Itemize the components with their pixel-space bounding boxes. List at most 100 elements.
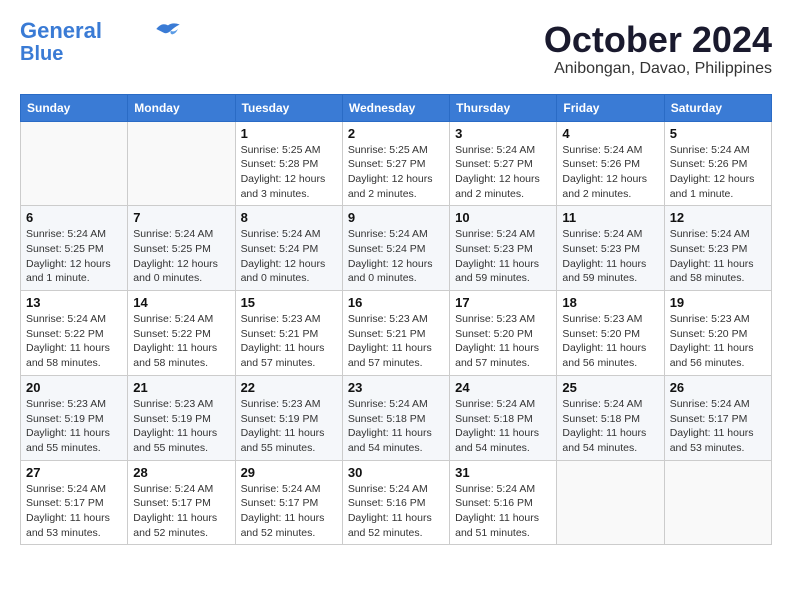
day-number: 11 [562, 210, 658, 225]
day-number: 5 [670, 126, 766, 141]
logo-blue-text: Blue [20, 43, 63, 65]
day-number: 2 [348, 126, 444, 141]
weekday-header-saturday: Saturday [664, 94, 771, 121]
calendar-cell: 18 Sunrise: 5:23 AMSunset: 5:20 PMDayligh… [557, 291, 664, 376]
weekday-header-thursday: Thursday [450, 94, 557, 121]
day-info: Sunrise: 5:24 AMSunset: 5:23 PMDaylight:… [562, 227, 658, 286]
weekday-header-friday: Friday [557, 94, 664, 121]
day-info: Sunrise: 5:24 AMSunset: 5:25 PMDaylight:… [133, 227, 229, 286]
calendar-cell: 25Sunrise: 5:24 AMSunset: 5:18 PMDayligh… [557, 375, 664, 460]
weekday-header-tuesday: Tuesday [235, 94, 342, 121]
day-info: Sunrise: 5:24 AMSunset: 5:22 PMDaylight:… [26, 312, 122, 371]
day-number: 20 [26, 380, 122, 395]
day-info: Sunrise: 5:23 AMSunset: 5:19 PMDaylight:… [26, 397, 122, 456]
calendar-cell: 29 Sunrise: 5:24 AMSunset: 5:17 PMDayligh… [235, 460, 342, 545]
day-info: Sunrise: 5:24 AMSunset: 5:26 PMDaylight:… [562, 143, 658, 202]
calendar-cell: 3 Sunrise: 5:24 AMSunset: 5:27 PMDaylight… [450, 121, 557, 206]
day-info: Sunrise: 5:25 AMSunset: 5:28 PMDaylight:… [241, 143, 337, 202]
day-info: Sunrise: 5:23 AMSunset: 5:19 PMDaylight:… [241, 397, 337, 456]
calendar-cell: 14 Sunrise: 5:24 AMSunset: 5:22 PMDayligh… [128, 291, 235, 376]
weekday-row: SundayMondayTuesdayWednesdayThursdayFrid… [21, 94, 772, 121]
day-number: 25 [562, 380, 658, 395]
calendar-cell: 12Sunrise: 5:24 AMSunset: 5:23 PMDayligh… [664, 206, 771, 291]
week-row-4: 20 Sunrise: 5:23 AMSunset: 5:19 PMDayligh… [21, 375, 772, 460]
day-number: 16 [348, 295, 444, 310]
calendar-cell: 26Sunrise: 5:24 AMSunset: 5:17 PMDayligh… [664, 375, 771, 460]
day-number: 1 [241, 126, 337, 141]
day-info: Sunrise: 5:24 AMSunset: 5:24 PMDaylight:… [241, 227, 337, 286]
day-info: Sunrise: 5:24 AMSunset: 5:16 PMDaylight:… [455, 482, 551, 541]
day-info: Sunrise: 5:24 AMSunset: 5:17 PMDaylight:… [241, 482, 337, 541]
calendar-cell: 5Sunrise: 5:24 AMSunset: 5:26 PMDaylight… [664, 121, 771, 206]
week-row-3: 13 Sunrise: 5:24 AMSunset: 5:22 PMDayligh… [21, 291, 772, 376]
calendar-cell: 8Sunrise: 5:24 AMSunset: 5:24 PMDaylight… [235, 206, 342, 291]
day-info: Sunrise: 5:24 AMSunset: 5:24 PMDaylight:… [348, 227, 444, 286]
day-info: Sunrise: 5:23 AMSunset: 5:20 PMDaylight:… [670, 312, 766, 371]
calendar-cell [557, 460, 664, 545]
calendar-cell: 6Sunrise: 5:24 AMSunset: 5:25 PMDaylight… [21, 206, 128, 291]
logo: General Blue [20, 20, 182, 65]
calendar-cell: 7 Sunrise: 5:24 AMSunset: 5:25 PMDaylight… [128, 206, 235, 291]
calendar-cell: 19 Sunrise: 5:23 AMSunset: 5:20 PMDayligh… [664, 291, 771, 376]
calendar-header: SundayMondayTuesdayWednesdayThursdayFrid… [21, 94, 772, 121]
day-number: 21 [133, 380, 229, 395]
day-number: 23 [348, 380, 444, 395]
day-info: Sunrise: 5:24 AMSunset: 5:25 PMDaylight:… [26, 227, 122, 286]
day-info: Sunrise: 5:24 AMSunset: 5:22 PMDaylight:… [133, 312, 229, 371]
month-title: October 2024 [544, 20, 772, 60]
calendar-cell: 31 Sunrise: 5:24 AMSunset: 5:16 PMDayligh… [450, 460, 557, 545]
day-number: 15 [241, 295, 337, 310]
calendar-cell: 17Sunrise: 5:23 AMSunset: 5:20 PMDayligh… [450, 291, 557, 376]
day-number: 31 [455, 465, 551, 480]
week-row-1: 1 Sunrise: 5:25 AMSunset: 5:28 PMDaylight… [21, 121, 772, 206]
title-area: October 2024 Anibongan, Davao, Philippin… [544, 20, 772, 78]
day-number: 18 [562, 295, 658, 310]
day-info: Sunrise: 5:24 AMSunset: 5:16 PMDaylight:… [348, 482, 444, 541]
day-number: 14 [133, 295, 229, 310]
day-number: 28 [133, 465, 229, 480]
day-info: Sunrise: 5:23 AMSunset: 5:20 PMDaylight:… [562, 312, 658, 371]
calendar-cell: 16Sunrise: 5:23 AMSunset: 5:21 PMDayligh… [342, 291, 449, 376]
day-number: 9 [348, 210, 444, 225]
day-number: 12 [670, 210, 766, 225]
day-info: Sunrise: 5:24 AMSunset: 5:17 PMDaylight:… [133, 482, 229, 541]
weekday-header-monday: Monday [128, 94, 235, 121]
calendar-cell: 24 Sunrise: 5:24 AMSunset: 5:18 PMDayligh… [450, 375, 557, 460]
day-info: Sunrise: 5:25 AMSunset: 5:27 PMDaylight:… [348, 143, 444, 202]
calendar-cell: 28 Sunrise: 5:24 AMSunset: 5:17 PMDayligh… [128, 460, 235, 545]
day-number: 29 [241, 465, 337, 480]
day-number: 24 [455, 380, 551, 395]
calendar-body: 1 Sunrise: 5:25 AMSunset: 5:28 PMDaylight… [21, 121, 772, 545]
day-info: Sunrise: 5:23 AMSunset: 5:21 PMDaylight:… [241, 312, 337, 371]
calendar-cell: 13 Sunrise: 5:24 AMSunset: 5:22 PMDayligh… [21, 291, 128, 376]
day-number: 13 [26, 295, 122, 310]
calendar-cell: 27Sunrise: 5:24 AMSunset: 5:17 PMDayligh… [21, 460, 128, 545]
day-number: 7 [133, 210, 229, 225]
day-info: Sunrise: 5:24 AMSunset: 5:18 PMDaylight:… [455, 397, 551, 456]
day-number: 22 [241, 380, 337, 395]
day-info: Sunrise: 5:24 AMSunset: 5:27 PMDaylight:… [455, 143, 551, 202]
week-row-2: 6Sunrise: 5:24 AMSunset: 5:25 PMDaylight… [21, 206, 772, 291]
day-number: 3 [455, 126, 551, 141]
day-info: Sunrise: 5:24 AMSunset: 5:17 PMDaylight:… [670, 397, 766, 456]
calendar-cell: 21 Sunrise: 5:23 AMSunset: 5:19 PMDayligh… [128, 375, 235, 460]
calendar-cell: 15 Sunrise: 5:23 AMSunset: 5:21 PMDayligh… [235, 291, 342, 376]
calendar-cell: 1 Sunrise: 5:25 AMSunset: 5:28 PMDaylight… [235, 121, 342, 206]
day-info: Sunrise: 5:23 AMSunset: 5:19 PMDaylight:… [133, 397, 229, 456]
calendar-cell: 2 Sunrise: 5:25 AMSunset: 5:27 PMDaylight… [342, 121, 449, 206]
weekday-header-wednesday: Wednesday [342, 94, 449, 121]
day-info: Sunrise: 5:24 AMSunset: 5:23 PMDaylight:… [455, 227, 551, 286]
day-number: 30 [348, 465, 444, 480]
day-number: 10 [455, 210, 551, 225]
day-info: Sunrise: 5:23 AMSunset: 5:20 PMDaylight:… [455, 312, 551, 371]
calendar-cell: 20 Sunrise: 5:23 AMSunset: 5:19 PMDayligh… [21, 375, 128, 460]
calendar-table: SundayMondayTuesdayWednesdayThursdayFrid… [20, 94, 772, 546]
day-number: 19 [670, 295, 766, 310]
calendar-cell: 11 Sunrise: 5:24 AMSunset: 5:23 PMDayligh… [557, 206, 664, 291]
week-row-5: 27 Sunrise: 5:24 AMSunset: 5:17 PMDayligh… [21, 460, 772, 545]
day-info: Sunrise: 5:24 AMSunset: 5:18 PMDaylight:… [348, 397, 444, 456]
calendar-cell [21, 121, 128, 206]
day-number: 27 [26, 465, 122, 480]
calendar-cell [128, 121, 235, 206]
calendar-cell: 22 Sunrise: 5:23 AMSunset: 5:19 PMDayligh… [235, 375, 342, 460]
